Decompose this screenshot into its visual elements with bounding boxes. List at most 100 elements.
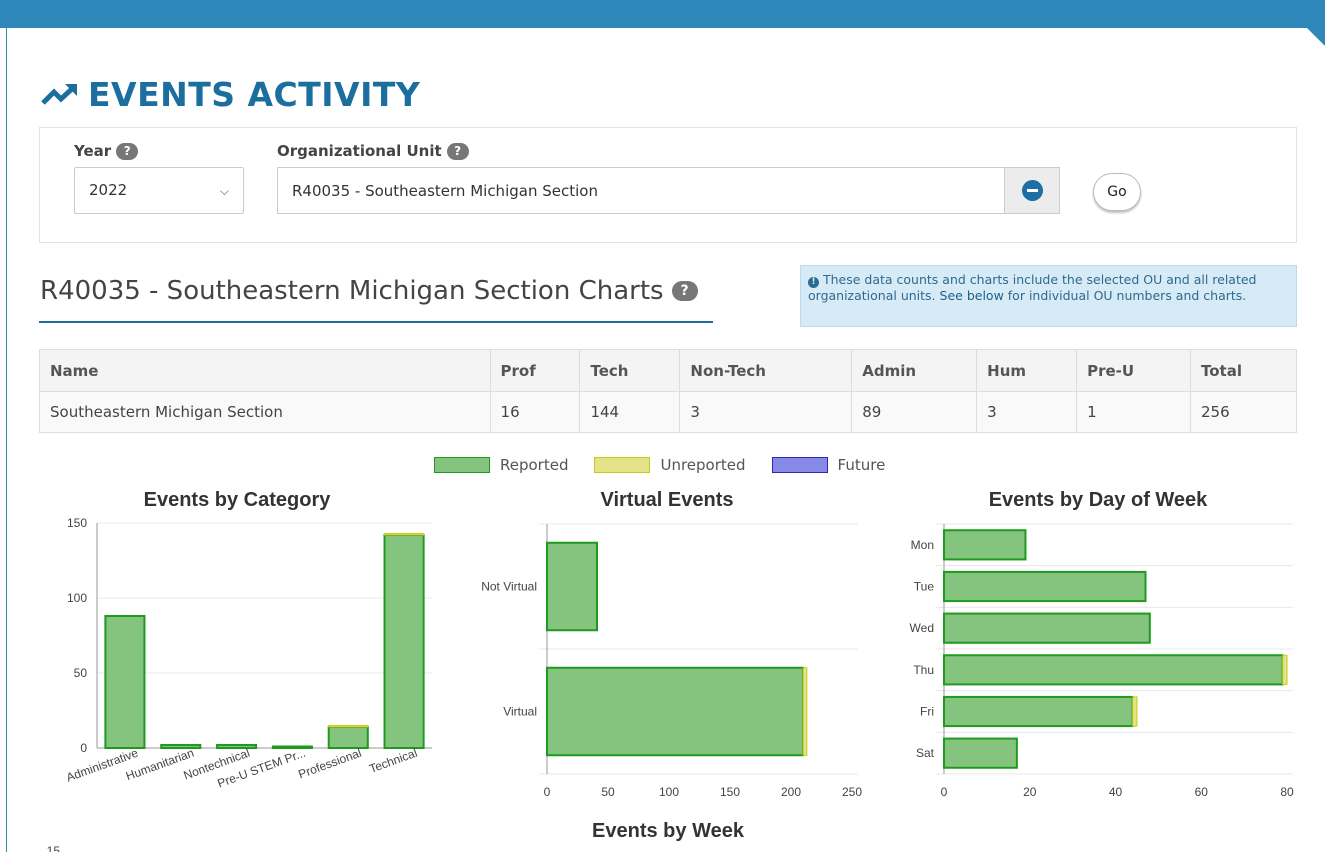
minus-circle-icon	[1021, 180, 1043, 201]
chart-title: Events by Day of Week	[989, 489, 1208, 511]
summary-table: Name Prof Tech Non-Tech Admin Hum Pre-U …	[39, 349, 1297, 433]
bar-reported	[271, 745, 313, 749]
legend-label: Unreported	[660, 456, 746, 474]
legend-swatch-future	[771, 457, 828, 473]
year-help-icon[interactable]: ?	[116, 142, 139, 160]
year-select-value: 2022	[89, 181, 128, 199]
legend-swatch-unreported	[594, 457, 651, 473]
section-title-text: R40035 - Southeastern Michigan Section C…	[40, 276, 664, 306]
x-tick-label: 0	[544, 785, 551, 799]
legend-item-reported[interactable]: Reported	[434, 456, 568, 474]
section-divider	[39, 321, 713, 323]
ou-field-value: R40035 - Southeastern Michigan Section	[292, 182, 598, 200]
info-text-2: for individual OU numbers and charts.	[1007, 288, 1247, 303]
x-tick-label: 40	[1109, 785, 1123, 799]
legend-label: Reported	[500, 456, 569, 474]
y-tick-label: Not Virtual	[481, 580, 537, 594]
y-tick-label: 50	[74, 666, 88, 680]
legend-item-unreported[interactable]: Unreported	[594, 456, 746, 474]
x-tick-label: 100	[659, 785, 679, 799]
table-cell: 3	[679, 391, 853, 433]
table-cell: 256	[1190, 391, 1297, 433]
table-cell: 89	[851, 391, 978, 433]
top-header-bar	[0, 0, 1325, 28]
chevron-down-icon: ⌵	[219, 184, 229, 198]
column-header[interactable]: Admin	[851, 349, 978, 392]
x-tick-label: 150	[720, 785, 740, 799]
events-by-week-chart: Events by Week 15	[47, 820, 745, 852]
go-button[interactable]: Go	[1093, 173, 1141, 211]
bar-reported	[943, 529, 1027, 561]
left-border-rule	[6, 28, 7, 852]
info-icon: !	[808, 277, 819, 288]
bar-reported	[546, 541, 599, 632]
bar-reported	[327, 726, 369, 749]
column-header[interactable]: Hum	[976, 349, 1078, 392]
bar-reported	[943, 612, 1151, 644]
section-title: R40035 - Southeastern Michigan Section C…	[40, 276, 698, 306]
table-cell: 3	[976, 391, 1078, 433]
page-title-text: EVENTS ACTIVITY	[88, 74, 421, 114]
y-tick-label: 100	[67, 591, 87, 605]
column-header[interactable]: Tech	[579, 349, 681, 392]
filter-panel: Year ? Organizational Unit ? 2022 ⌵ R400…	[39, 127, 1297, 243]
legend-item-future[interactable]: Future	[771, 456, 885, 474]
column-header[interactable]: Pre-U	[1076, 349, 1191, 392]
header-corner-decoration	[1307, 28, 1325, 46]
column-header[interactable]: Prof	[489, 349, 581, 392]
column-header[interactable]: Name	[39, 349, 491, 392]
bar-unreported	[328, 725, 369, 728]
bar-reported	[546, 666, 805, 757]
ou-label-text: Organizational Unit	[277, 142, 442, 160]
bar-unreported	[802, 667, 808, 756]
table-header-row: Name Prof Tech Non-Tech Admin Hum Pre-U …	[39, 349, 1297, 392]
x-tick-label: 20	[1023, 785, 1037, 799]
ou-help-icon[interactable]: ?	[446, 142, 469, 160]
y-tick-label: 0	[80, 741, 87, 755]
table-cell: 144	[579, 391, 681, 433]
year-label: Year ?	[74, 142, 139, 160]
bar-unreported	[1132, 696, 1138, 727]
y-tick-label: Fri	[920, 705, 934, 719]
bar-reported	[160, 744, 202, 749]
bar-reported	[943, 695, 1134, 728]
bar-unreported	[384, 533, 425, 536]
x-tick-label: Professional	[296, 746, 363, 782]
column-header[interactable]: Total	[1190, 349, 1297, 392]
x-tick-label: 200	[781, 785, 801, 799]
info-see-below-link[interactable]: See below	[940, 288, 1004, 303]
table-row: Southeastern Michigan Section 16 144 3 8…	[39, 391, 1297, 433]
bar-reported	[943, 737, 1018, 769]
legend-swatch-reported	[434, 457, 490, 473]
column-header[interactable]: Non-Tech	[679, 349, 853, 392]
table-cell: 1	[1076, 391, 1191, 433]
bar-reported	[943, 654, 1284, 686]
y-tick-label: 15	[47, 844, 61, 852]
page-title: EVENTS ACTIVITY	[40, 74, 420, 114]
y-tick-label: 150	[67, 516, 87, 530]
bar-unreported	[1282, 654, 1288, 685]
table-cell: 16	[489, 391, 581, 433]
y-tick-label: Sat	[916, 746, 935, 760]
x-tick-label: 0	[941, 785, 948, 799]
y-tick-label: Wed	[910, 621, 934, 635]
section-help-icon[interactable]: ?	[671, 281, 698, 301]
events-by-category-chart: Events by Category050100150Administrativ…	[64, 489, 432, 791]
bar-reported	[943, 570, 1147, 603]
ou-field[interactable]: R40035 - Southeastern Michigan Section	[277, 167, 1004, 214]
x-tick-label: 80	[1280, 785, 1294, 799]
year-label-text: Year	[74, 142, 112, 160]
year-select[interactable]: 2022 ⌵	[74, 167, 244, 214]
chart-title: Events by Category	[144, 489, 332, 511]
bar-reported	[383, 534, 425, 749]
table-cell: Southeastern Michigan Section	[39, 391, 491, 433]
y-tick-label: Tue	[914, 580, 935, 594]
x-tick-label: Technical	[367, 746, 419, 776]
ou-label: Organizational Unit ?	[277, 142, 469, 160]
ou-remove-button[interactable]	[1004, 167, 1060, 214]
y-tick-label: Virtual	[503, 705, 537, 719]
trend-up-icon	[41, 84, 77, 105]
info-alert: ! These data counts and charts include t…	[800, 265, 1297, 327]
chart-title: Virtual Events	[600, 489, 733, 511]
x-tick-label: 50	[601, 785, 615, 799]
